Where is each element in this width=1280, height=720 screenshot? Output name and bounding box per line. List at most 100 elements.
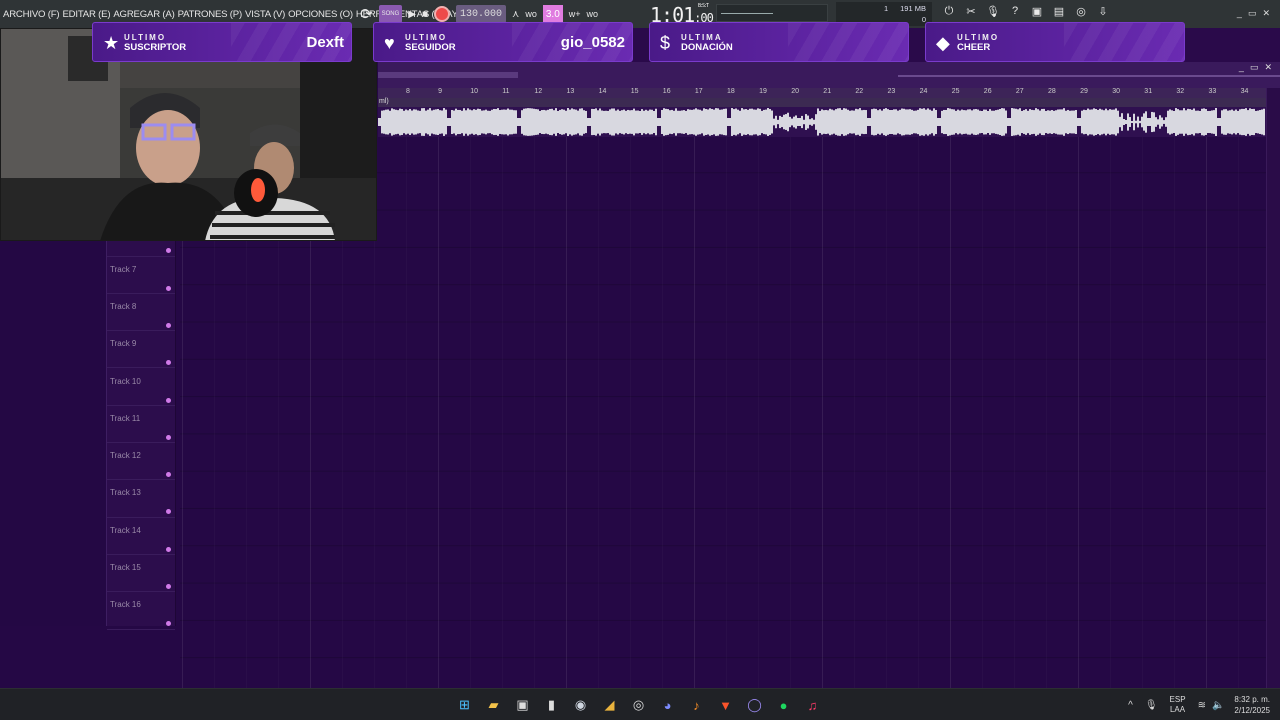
keyboard-layout: LAA: [1169, 705, 1186, 714]
cut-icon[interactable]: ✂: [960, 5, 982, 23]
timeline-ruler[interactable]: 8 9 10 11 12 13 14 15 16 17 18 19 20 21 22 23 24 25 26 27 28…: [378, 88, 1266, 98]
menu-vista[interactable]: VISTA (V): [245, 9, 285, 20]
chat-icon[interactable]: ◎: [1070, 5, 1092, 23]
blend-notes-icon[interactable]: wo: [587, 5, 599, 23]
ruler-tick: 13: [566, 88, 575, 95]
metronome-icon[interactable]: ⋏: [512, 5, 519, 23]
track-mute-indicator[interactable]: [166, 397, 171, 403]
restore-icon[interactable]: ▭: [1248, 8, 1257, 19]
brave-icon[interactable]: ▼: [711, 693, 740, 717]
waveform-graphic: [377, 108, 1265, 136]
track-header[interactable]: Track 15: [107, 555, 175, 593]
help-icon[interactable]: ?: [1004, 5, 1026, 23]
spotify-icon[interactable]: ●: [769, 693, 798, 717]
playlist-minimize-icon[interactable]: _: [1239, 62, 1244, 73]
microphone-tray-icon[interactable]: 🎙: [1145, 700, 1158, 711]
playlist-close-icon[interactable]: ✕: [1264, 62, 1272, 73]
alert-last-follower: ♥ ULTIMO SEGUIDOR gio_0582: [373, 22, 633, 62]
windows-start-icon[interactable]: ⊞: [450, 693, 479, 717]
star-icon: ★: [103, 33, 120, 53]
file-explorer-icon[interactable]: ▰: [479, 693, 508, 717]
track-header[interactable]: Track 13: [107, 480, 175, 518]
close-icon[interactable]: ✕: [1262, 8, 1270, 19]
obs-icon[interactable]: ◯: [740, 693, 769, 717]
tray-overflow-icon[interactable]: ^: [1128, 700, 1133, 711]
track-mute-indicator[interactable]: [166, 322, 171, 328]
tiktok-icon[interactable]: ♫: [798, 693, 827, 717]
ruler-tick: 9: [438, 88, 442, 95]
track-mute-indicator[interactable]: [166, 285, 171, 291]
chrome-icon[interactable]: ◎: [624, 693, 653, 717]
diamond-icon: ◆: [936, 33, 950, 53]
download-icon[interactable]: ⇩: [1092, 5, 1114, 23]
save-icon[interactable]: ▣: [1026, 5, 1048, 23]
alert-last-donation: $ ULTIMA DONACIÓN: [649, 22, 909, 62]
minimize-icon[interactable]: _: [1237, 8, 1242, 19]
horizontal-scroll-handle[interactable]: [378, 72, 518, 78]
language-indicator[interactable]: ESP LAA: [1170, 695, 1186, 715]
ruler-tick: 17: [694, 88, 703, 95]
tempo-display[interactable]: 130.000: [456, 5, 507, 23]
ruler-tick: 11: [502, 88, 510, 95]
menu-archivo[interactable]: ARCHIVO (F): [3, 9, 60, 20]
track-header[interactable]: Track 9: [107, 331, 175, 369]
track-header[interactable]: Track 16: [107, 592, 175, 630]
track-mute-indicator[interactable]: [166, 621, 171, 627]
track-mute-indicator[interactable]: [166, 248, 171, 254]
wifi-icon[interactable]: ≋: [1198, 700, 1206, 711]
taskbar-clock[interactable]: 8:32 p. m. 2/12/2025: [1234, 694, 1270, 716]
alert-follower-name: gio_0582: [560, 34, 625, 51]
menu-opciones[interactable]: OPCIONES (O): [288, 9, 353, 20]
ea-app-icon[interactable]: ◢: [595, 693, 624, 717]
audio-clip-waveform[interactable]: [377, 107, 1266, 137]
playlist-window-controls: _ ▭ ✕: [1233, 62, 1272, 73]
loop-icon[interactable]: ⟳: [360, 5, 373, 23]
vertical-scrollbar[interactable]: [1266, 88, 1280, 688]
stop-button[interactable]: ■: [422, 5, 428, 23]
ruler-tick: 23: [887, 88, 896, 95]
playlist-restore-icon[interactable]: ▭: [1250, 62, 1259, 73]
song-mode-toggle[interactable]: SONG: [378, 5, 403, 23]
epic-games-icon[interactable]: ▮: [537, 693, 566, 717]
track-name: Track 15: [110, 563, 141, 572]
step-edit-icon[interactable]: w+: [569, 5, 581, 23]
menu-agregar[interactable]: AGREGAR (A): [113, 9, 174, 20]
steam-icon[interactable]: ◉: [566, 693, 595, 717]
ruler-tick: 22: [855, 88, 864, 95]
play-button[interactable]: ▶: [408, 5, 416, 23]
track-header[interactable]: Track 14: [107, 518, 175, 555]
cpu-value: 1: [884, 4, 889, 13]
volume-icon[interactable]: 🔈: [1212, 700, 1224, 711]
track-header[interactable]: Track 12: [107, 443, 175, 481]
track-mute-indicator[interactable]: [166, 584, 171, 589]
pattern-indicator[interactable]: 3.0: [542, 5, 563, 23]
track-mute-indicator[interactable]: [166, 360, 171, 366]
microphone-icon[interactable]: 🎙: [982, 5, 1004, 23]
menu-patrones[interactable]: PATRONES (P): [178, 9, 243, 20]
browser-panel: [0, 178, 106, 626]
audio-clip-label: ml): [378, 98, 1266, 107]
track-mute-indicator[interactable]: [166, 434, 171, 440]
wait-input-icon[interactable]: wo: [525, 5, 537, 23]
menu-editar[interactable]: EDITAR (E): [62, 9, 110, 20]
track-mute-indicator[interactable]: [166, 509, 171, 515]
record-button[interactable]: [434, 5, 450, 23]
track-name: Track 12: [110, 451, 141, 461]
store-icon[interactable]: ▣: [508, 693, 537, 717]
track-header[interactable]: Track 10: [107, 369, 175, 406]
track-mute-indicator[interactable]: [166, 546, 171, 552]
track-header[interactable]: Track 8: [107, 294, 175, 332]
track-mute-indicator[interactable]: [166, 472, 171, 478]
track-header[interactable]: Track 11: [107, 406, 175, 444]
ruler-tick: 34: [1240, 88, 1249, 95]
zoom-slider[interactable]: [898, 75, 1280, 77]
discord-icon[interactable]: ◕: [653, 693, 682, 717]
toolbar-shortcuts: ⏻ ✂ 🎙 ? ▣ ▤ ◎ ⇩: [938, 5, 1114, 23]
ruler-tick: 8: [406, 88, 410, 95]
track-header[interactable]: Track 7: [107, 257, 175, 294]
fl-studio-icon[interactable]: ♪: [682, 693, 711, 717]
undo-icon[interactable]: ⏻: [938, 5, 960, 23]
playlist-header: _ ▭ ✕: [378, 62, 1280, 88]
mixer-icon[interactable]: ▤: [1048, 5, 1070, 23]
track-headers: Track 5Track 6Track 7Track 8Track 9Track…: [106, 178, 176, 630]
